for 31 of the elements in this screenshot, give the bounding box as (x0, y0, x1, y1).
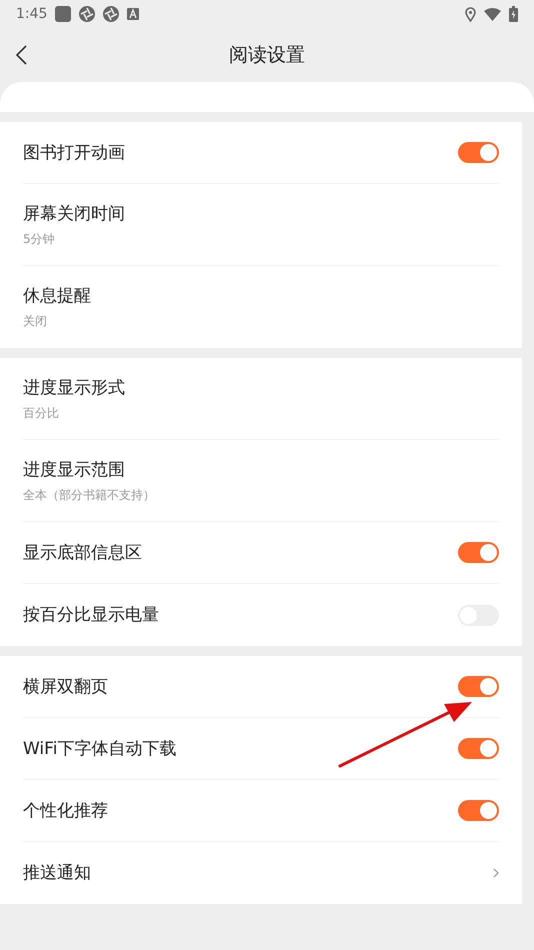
setting-label: 横屏双翻页 (23, 676, 108, 698)
toggle-switch[interactable] (458, 142, 499, 163)
setting-label: 屏幕关闭时间 (23, 202, 125, 226)
app-square-icon (55, 6, 72, 22)
back-icon[interactable] (15, 45, 27, 65)
status-time: 1:45 (16, 4, 48, 24)
location-icon (465, 6, 476, 22)
setting-value: 5分钟 (23, 230, 56, 248)
setting-label: 显示底部信息区 (23, 542, 142, 564)
battery-charging-icon (509, 6, 518, 22)
toggle-switch[interactable] (458, 676, 499, 697)
aperture-icon (79, 6, 96, 22)
setting-label: 图书打开动画 (23, 142, 125, 164)
chevron-right-icon[interactable] (493, 868, 499, 878)
setting-label: 进度显示范围 (23, 458, 126, 482)
setting-label: WiFi下字体自动下载 (23, 738, 176, 760)
keyboard-a-icon (127, 8, 140, 20)
aperture-icon (103, 6, 120, 22)
setting-label: 进度显示形式 (23, 376, 125, 400)
wifi-icon (484, 8, 501, 20)
page-title: 阅读设置 (229, 42, 305, 68)
setting-value: 百分比 (23, 404, 60, 422)
setting-value: 全本（部分书籍不支持） (23, 486, 155, 504)
toggle-switch[interactable] (458, 542, 499, 563)
setting-label: 休息提醒 (23, 285, 91, 308)
toggle-switch[interactable] (458, 800, 499, 821)
toggle-switch[interactable] (458, 738, 499, 759)
setting-label: 按百分比显示电量 (23, 604, 159, 627)
setting-value: 关闭 (23, 313, 48, 330)
setting-label: 个性化推荐 (23, 800, 108, 822)
setting-label: 推送通知 (23, 862, 91, 885)
